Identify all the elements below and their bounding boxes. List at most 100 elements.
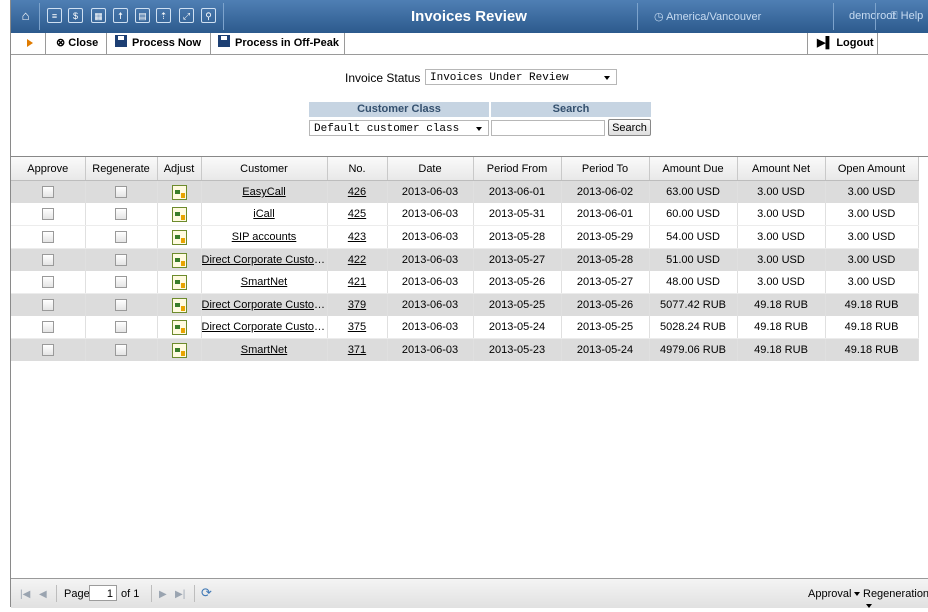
pager-bar: |◀ ◀ Page 1 of 1 ▶ ▶| ⟳ Approval Regener… [11,578,928,609]
approval-menu[interactable]: Approval [808,588,861,600]
customer-link[interactable]: EasyCall [242,186,285,198]
first-page-icon[interactable]: |◀ [20,589,30,600]
regenerate-checkbox[interactable] [115,186,127,199]
close-label: Close [68,37,99,49]
adjust-icon[interactable] [171,297,187,313]
approve-checkbox[interactable] [41,299,54,312]
column-header[interactable]: No. [327,157,388,181]
period-from-cell: 2013-06-01 [473,180,562,203]
regenerate-checkbox[interactable] [115,299,127,312]
column-header[interactable]: Open Amount [825,157,919,181]
approve-checkbox[interactable] [41,208,54,221]
customer-link[interactable]: SmartNet [241,276,287,288]
user-upload-icon[interactable]: ⇡ [156,8,171,23]
invoice-status-select[interactable]: Invoices Under Review [425,69,617,85]
date-cell: 2013-06-03 [387,203,474,226]
regenerate-checkbox[interactable] [115,276,127,289]
column-header[interactable]: Adjust [157,157,202,181]
list-icon[interactable]: ≡ [47,8,62,23]
regenerate-cell [85,338,158,361]
invoice-number-link[interactable]: 423 [348,231,366,243]
table-row[interactable]: SmartNet 371 2013-06-03 2013-05-23 2013-05-2… [11,338,919,361]
chart-icon[interactable]: ⤢ [179,8,194,23]
invoice-number-link[interactable]: 371 [348,344,366,356]
network-icon[interactable]: ▤ [135,8,150,23]
column-header[interactable]: Amount Due [649,157,738,181]
regenerate-checkbox[interactable] [115,254,127,267]
search-button[interactable]: Search [608,119,651,136]
table-row[interactable]: SmartNet 421 2013-06-03 2013-05-26 2013-05-2… [11,271,919,294]
period-to-cell: 2013-05-27 [561,271,650,294]
adjust-icon[interactable] [171,252,187,268]
invoices-table: Approve Regenerate Adjust Customer No. D… [11,157,919,361]
adjust-icon[interactable] [171,184,187,200]
approve-checkbox[interactable] [41,254,54,267]
amount-due-cell: 54.00 USD [649,225,738,249]
period-from-cell: 2013-05-25 [473,293,562,316]
invoice-number-link[interactable]: 421 [348,276,366,288]
customer-link[interactable]: Direct Corporate Custom... [202,254,327,266]
approve-checkbox[interactable] [41,344,54,357]
approve-checkbox[interactable] [41,186,54,199]
column-header[interactable]: Date [387,157,474,181]
page-number-input[interactable]: 1 [89,585,117,601]
column-header[interactable]: Customer [201,157,328,181]
refresh-icon[interactable]: ⟳ [201,585,212,601]
customer-link[interactable]: Direct Corporate Customer [202,321,327,333]
logout-button[interactable]: ▶▌ Logout [817,33,874,54]
dollar-icon[interactable]: $ [68,8,83,23]
column-header[interactable]: Approve [11,157,86,181]
regenerate-checkbox[interactable] [115,208,127,221]
timezone-link[interactable]: ◷ America/Vancouver [654,10,761,23]
customer-class-select[interactable]: Default customer class [309,120,489,136]
invoice-number-link[interactable]: 426 [348,186,366,198]
approve-checkbox[interactable] [41,276,54,289]
customer-link[interactable]: Direct Corporate Customer [202,299,327,311]
last-page-icon[interactable]: ▶| [175,589,185,600]
regeneration-menu[interactable]: Regeneration [863,588,928,612]
customer-link[interactable]: iCall [253,208,274,220]
table-row[interactable]: Direct Corporate Customer 379 2013-06-03 20… [11,293,919,316]
person-icon[interactable]: ☨ [113,8,128,23]
adjust-icon[interactable] [171,206,187,222]
column-header[interactable]: Period To [561,157,650,181]
adjust-icon[interactable] [171,274,187,290]
adjust-icon[interactable] [171,342,187,358]
table-row[interactable]: Direct Corporate Customer 375 2013-06-03 20… [11,316,919,339]
invoice-number-link[interactable]: 425 [348,208,366,220]
regenerate-checkbox[interactable] [115,231,127,244]
customer-link[interactable]: SmartNet [241,344,287,356]
regenerate-checkbox[interactable] [115,321,127,334]
approve-checkbox[interactable] [41,231,54,244]
column-header[interactable]: Amount Net [737,157,826,181]
table-row[interactable]: iCall 425 2013-06-03 2013-05-31 2013-06-01 60… [11,203,919,226]
home-icon[interactable]: ⌂ [18,8,33,23]
process-now-button[interactable]: Process Now [115,33,201,54]
column-header[interactable]: Regenerate [85,157,158,181]
close-button[interactable]: ⊗ Close [56,33,98,54]
table-row[interactable]: EasyCall 426 2013-06-03 2013-06-01 2013-06-0… [11,180,919,203]
invoice-number-link[interactable]: 422 [348,254,366,266]
approval-menu-label: Approval [808,588,852,600]
adjust-cell [157,338,202,361]
table-row[interactable]: Direct Corporate Custom... 422 2013-06-03 2… [11,248,919,271]
help-link[interactable]: ⍰ Help [891,10,923,23]
regenerate-checkbox[interactable] [115,344,127,357]
next-page-icon[interactable]: ▶ [159,589,167,600]
invoice-number-link[interactable]: 379 [348,299,366,311]
adjust-icon[interactable] [171,229,187,245]
column-header[interactable]: Period From [473,157,562,181]
grid-icon[interactable]: ▦ [91,8,106,23]
process-offpeak-button[interactable]: Process in Off-Peak [218,33,339,54]
number-cell: 423 [327,225,388,249]
customer-link[interactable]: SIP accounts [232,231,297,243]
search-icon[interactable]: ⚲ [201,8,216,23]
table-row[interactable]: SIP accounts 423 2013-06-03 2013-05-28 2013-… [11,225,919,249]
search-input[interactable] [491,120,605,136]
approve-checkbox[interactable] [41,321,54,334]
adjust-icon[interactable] [171,319,187,335]
adjust-cell [157,316,202,339]
user-name[interactable]: demoroot [849,10,895,22]
invoice-number-link[interactable]: 375 [348,321,366,333]
prev-page-icon[interactable]: ◀ [39,589,47,600]
